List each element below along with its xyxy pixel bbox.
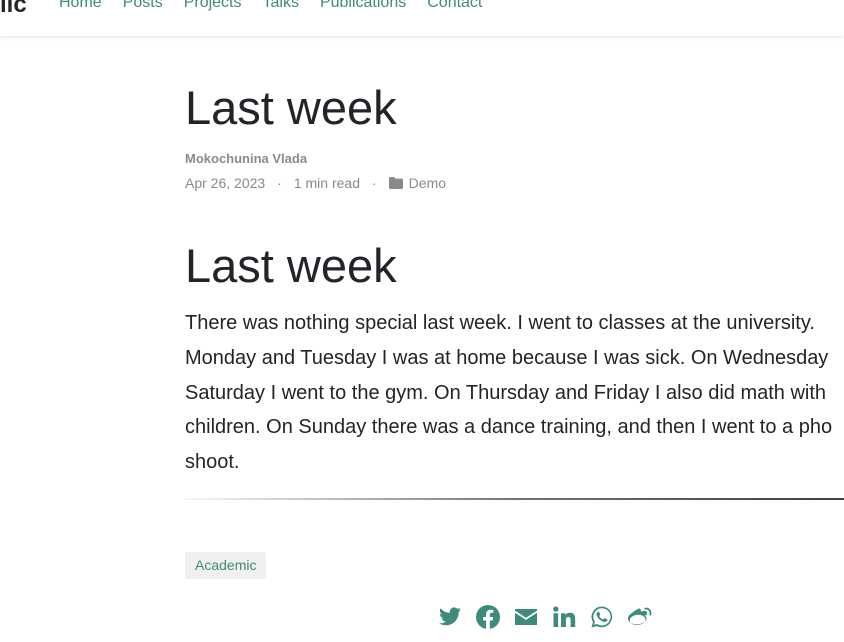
facebook-icon[interactable] [476, 605, 501, 629]
share-bar [438, 605, 666, 629]
content-divider [185, 498, 844, 500]
site-brand[interactable]: llc [0, 0, 27, 19]
article-body: There was nothing special last week. I w… [185, 306, 844, 480]
meta-separator: · [277, 175, 282, 191]
nav-link-contact[interactable]: Contact [427, 0, 482, 12]
content-heading: Last week [185, 239, 397, 292]
folder-icon [388, 177, 403, 189]
meta-separator: · [372, 175, 377, 191]
navbar: llc Home Posts Projects Talks Publicatio… [0, 0, 844, 36]
body-line: Monday and Tuesday I was at home because… [185, 346, 829, 369]
category-link[interactable]: Demo [409, 175, 446, 191]
body-line: shoot. [185, 451, 240, 474]
nav-link-projects[interactable]: Projects [184, 0, 242, 12]
article-title: Last week [185, 81, 397, 134]
nav-link-publications[interactable]: Publications [320, 0, 406, 12]
linkedin-icon[interactable] [552, 605, 576, 629]
body-line: There was nothing special last week. I w… [185, 312, 815, 334]
nav-links: Home Posts Projects Talks Publications C… [59, 0, 503, 12]
weibo-icon[interactable] [628, 605, 652, 629]
envelope-icon[interactable] [514, 605, 538, 629]
whatsapp-icon[interactable] [590, 605, 614, 629]
reading-time: 1 min read [293, 175, 360, 191]
twitter-icon[interactable] [438, 605, 462, 629]
tag-badge[interactable]: Academic [185, 552, 267, 579]
article-metadata: Apr 26, 2023 · 1 min read · Demo [185, 175, 446, 191]
body-line: Saturday I went to the gym. On Thursday … [185, 381, 827, 404]
publish-date: Apr 26, 2023 [185, 175, 266, 191]
nav-link-posts[interactable]: Posts [123, 0, 163, 12]
author-name[interactable]: Mokochunina Vlada [185, 151, 307, 166]
nav-link-home[interactable]: Home [59, 0, 102, 12]
body-line: children. On Sunday there was a dance tr… [185, 416, 833, 439]
nav-link-talks[interactable]: Talks [263, 0, 299, 12]
